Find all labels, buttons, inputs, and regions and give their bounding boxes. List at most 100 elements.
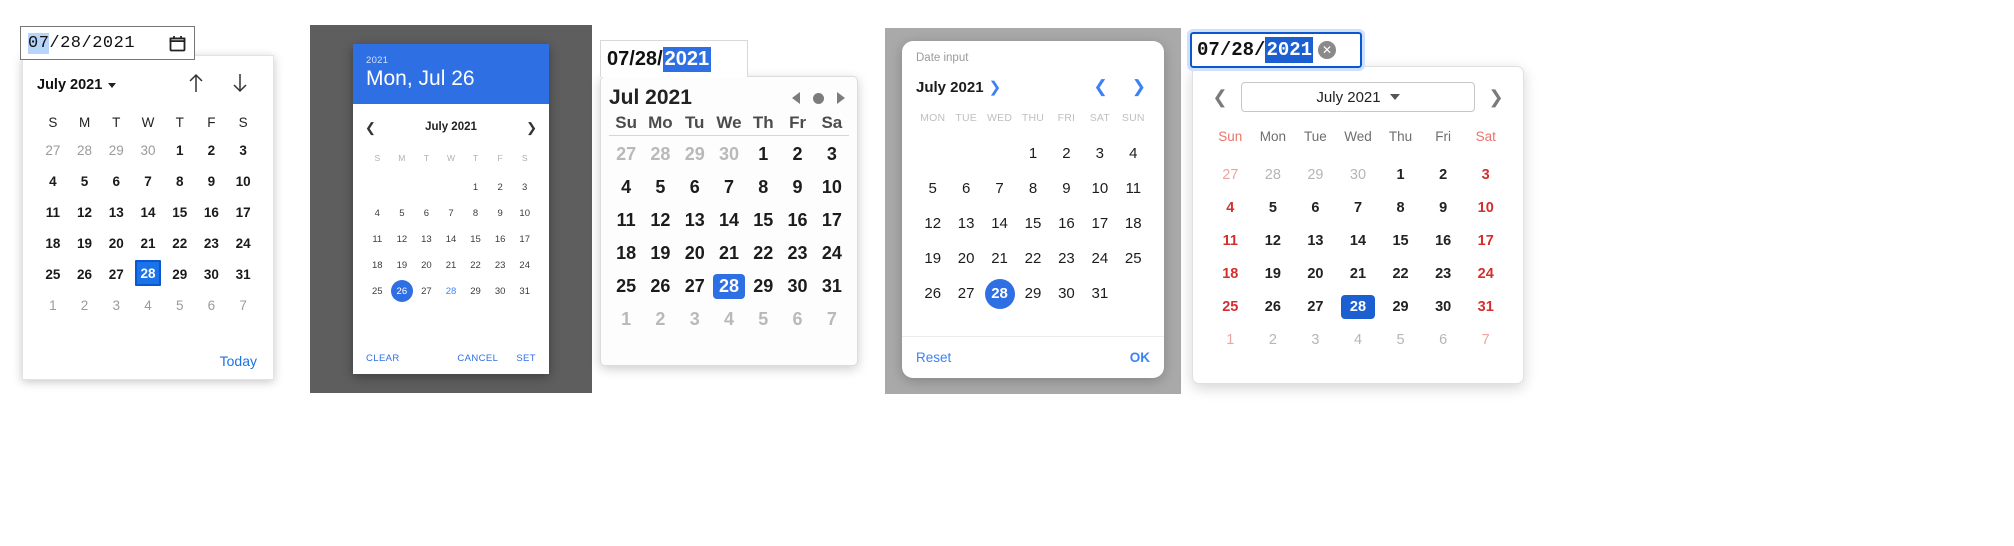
calendar-day[interactable]: 2 <box>1050 137 1083 170</box>
triangle-left-icon[interactable] <box>792 92 800 104</box>
calendar-day[interactable]: 21 <box>132 229 164 257</box>
calendar-day[interactable]: 14 <box>1337 225 1380 256</box>
calendar-day[interactable]: 5 <box>69 167 101 195</box>
calendar-day[interactable]: 17 <box>1464 225 1507 256</box>
calendar-day[interactable]: 13 <box>100 198 132 226</box>
calendar-day[interactable]: 17 <box>815 204 849 236</box>
calendar-day[interactable]: 2 <box>196 136 228 164</box>
calendar-day[interactable]: 10 <box>815 171 849 203</box>
calendar-day[interactable]: 6 <box>100 167 132 195</box>
calendar-day[interactable]: 20 <box>100 229 132 257</box>
calendar-day[interactable]: 20 <box>1294 258 1337 289</box>
arrow-up-icon[interactable] <box>185 71 207 100</box>
chevron-right-icon[interactable]: ❯ <box>1132 77 1146 97</box>
calendar-day-selected[interactable]: 28 <box>134 260 161 286</box>
chevron-left-icon[interactable]: ❮ <box>1209 87 1231 108</box>
calendar-day[interactable]: 24 <box>227 229 259 257</box>
clear-circle-icon[interactable]: ✕ <box>1318 41 1337 59</box>
calendar-day[interactable]: 3 <box>678 303 712 335</box>
calendar-day[interactable]: 6 <box>414 202 439 224</box>
calendar-day[interactable]: 29 <box>100 136 132 164</box>
calendar-day[interactable]: 26 <box>643 270 677 302</box>
chevron-right-icon[interactable]: ❯ <box>526 121 537 134</box>
calendar-day[interactable]: 25 <box>1117 242 1150 275</box>
calendar-day[interactable]: 27 <box>1209 159 1252 190</box>
calendar-day[interactable]: 13 <box>1294 225 1337 256</box>
calendar-day[interactable]: 21 <box>983 242 1016 275</box>
calendar-day[interactable]: 16 <box>780 204 814 236</box>
arrow-down-icon[interactable] <box>229 71 251 100</box>
calendar-day[interactable]: 6 <box>196 291 228 319</box>
calendar-day[interactable]: 5 <box>1252 192 1295 223</box>
calendar-day[interactable]: 4 <box>712 303 746 335</box>
calendar-day[interactable]: 4 <box>1209 192 1252 223</box>
calendar-day[interactable]: 1 <box>463 176 488 198</box>
calendar-day[interactable]: 22 <box>746 237 780 269</box>
calendar-day[interactable]: 30 <box>1050 277 1083 310</box>
calendar-day[interactable]: 27 <box>37 136 69 164</box>
calendar-day[interactable]: 6 <box>780 303 814 335</box>
calendar-day[interactable]: 17 <box>1083 207 1116 240</box>
calendar-day[interactable]: 1 <box>164 136 196 164</box>
calendar-day[interactable]: 24 <box>1083 242 1116 275</box>
calendar-day[interactable]: 29 <box>746 270 780 302</box>
calendar-day[interactable]: 5 <box>164 291 196 319</box>
calendar-day[interactable]: 2 <box>488 176 513 198</box>
calendar-day[interactable]: 6 <box>1294 192 1337 223</box>
calendar-day[interactable]: 3 <box>815 138 849 170</box>
calendar-day[interactable]: 16 <box>1050 207 1083 240</box>
calendar-day[interactable]: 31 <box>1083 277 1116 310</box>
calendar-day[interactable]: 30 <box>712 138 746 170</box>
calendar-day[interactable]: 4 <box>132 291 164 319</box>
calendar-day[interactable]: 4 <box>37 167 69 195</box>
calendar-day[interactable]: 7 <box>712 171 746 203</box>
calendar-day[interactable]: 2 <box>69 291 101 319</box>
chrome-date-input[interactable]: 07 / 28 / 2021 <box>20 26 195 60</box>
calendar-day[interactable]: 24 <box>1464 258 1507 289</box>
calendar-day[interactable]: 23 <box>196 229 228 257</box>
calendar-day[interactable]: 1 <box>1209 324 1252 355</box>
calendar-icon[interactable] <box>168 34 187 53</box>
calendar-day[interactable]: 28 <box>1252 159 1295 190</box>
calendar-day[interactable]: 29 <box>463 280 488 302</box>
calendar-day[interactable]: 30 <box>132 136 164 164</box>
calendar-day[interactable]: 23 <box>488 254 513 276</box>
calendar-day[interactable]: 24 <box>815 237 849 269</box>
calendar-day[interactable]: 18 <box>37 229 69 257</box>
calendar-day[interactable]: 15 <box>1379 225 1422 256</box>
calendar-day[interactable]: 31 <box>227 260 259 288</box>
year-segment[interactable]: 2021 <box>1265 37 1314 63</box>
calendar-day[interactable]: 30 <box>1337 159 1380 190</box>
calendar-day[interactable]: 26 <box>69 260 101 288</box>
calendar-day[interactable]: 21 <box>439 254 464 276</box>
calendar-day[interactable]: 26 <box>1252 291 1295 322</box>
calendar-day[interactable]: 3 <box>1464 159 1507 190</box>
chevron-right-icon[interactable]: ❯ <box>1485 87 1507 108</box>
calendar-day[interactable]: 8 <box>463 202 488 224</box>
calendar-day[interactable]: 25 <box>37 260 69 288</box>
calendar-day[interactable]: 9 <box>780 171 814 203</box>
calendar-day[interactable]: 10 <box>512 202 537 224</box>
calendar-day[interactable]: 23 <box>780 237 814 269</box>
calendar-day[interactable]: 7 <box>227 291 259 319</box>
calendar-day[interactable]: 15 <box>463 228 488 250</box>
calendar-day[interactable]: 7 <box>983 172 1016 205</box>
calendar-day[interactable]: 16 <box>196 198 228 226</box>
calendar-day[interactable]: 1 <box>1016 137 1049 170</box>
chevron-left-icon[interactable]: ❮ <box>1094 77 1108 97</box>
calendar-day[interactable]: 1 <box>746 138 780 170</box>
calendar-day[interactable]: 31 <box>1464 291 1507 322</box>
calendar-day[interactable]: 26 <box>916 277 949 310</box>
calendar-day[interactable]: 8 <box>164 167 196 195</box>
year-segment[interactable]: 2021 <box>92 34 135 53</box>
calendar-day[interactable]: 22 <box>1016 242 1049 275</box>
calendar-day[interactable]: 19 <box>390 254 415 276</box>
calendar-day-selected[interactable]: 28 <box>1337 291 1380 322</box>
calendar-day[interactable]: 11 <box>609 204 643 236</box>
calendar-day[interactable]: 28 <box>643 138 677 170</box>
calendar-day[interactable]: 7 <box>1337 192 1380 223</box>
calendar-day[interactable]: 4 <box>1117 137 1150 170</box>
calendar-day[interactable]: 14 <box>439 228 464 250</box>
calendar-day[interactable]: 31 <box>512 280 537 302</box>
calendar-day[interactable]: 21 <box>712 237 746 269</box>
